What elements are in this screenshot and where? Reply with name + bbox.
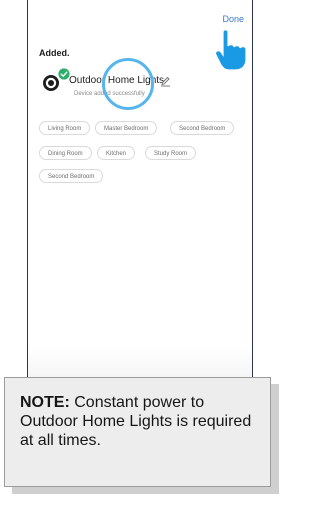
room-chip-second-bedroom-2[interactable]: Second Bedroom (39, 169, 104, 183)
done-button[interactable]: Done (222, 14, 244, 24)
room-chip-kitchen[interactable]: Kitchen (97, 146, 136, 160)
room-chip-master-bedroom[interactable]: Master Bedroom (95, 121, 158, 135)
room-chip-second-bedroom[interactable]: Second Bedroom (170, 121, 235, 135)
hand-pointer-icon (214, 29, 247, 71)
note-text: NOTE: Constant power to Outdoor Home Lig… (20, 393, 260, 450)
note-label: NOTE: (20, 394, 70, 411)
room-chip-study-room[interactable]: Study Room (145, 146, 197, 160)
pencil-icon[interactable] (160, 76, 171, 87)
page-title: Added. (39, 48, 70, 58)
room-chip-living-room[interactable]: Living Room (39, 121, 91, 135)
highlight-circle (102, 58, 154, 110)
room-chip-dining-room[interactable]: Dining Room (39, 146, 92, 160)
